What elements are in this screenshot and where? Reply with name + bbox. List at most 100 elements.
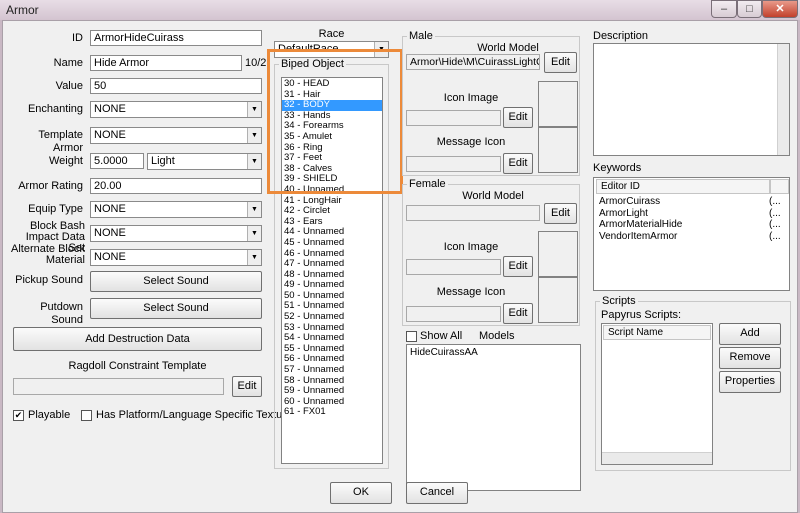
keyword-row[interactable]: ArmorCuirass (... <box>596 196 789 208</box>
weight-class-select[interactable]: Light ▼ <box>147 153 262 170</box>
male-icon-image-edit-button[interactable]: Edit <box>503 107 533 128</box>
ok-button[interactable]: OK <box>330 482 392 504</box>
value-label: Value <box>55 80 83 92</box>
male-label: Male <box>407 30 435 43</box>
chevron-down-icon: ▼ <box>247 154 261 169</box>
armor-rating-input[interactable]: 20.00 <box>90 178 262 194</box>
male-icon-image-field <box>406 110 501 126</box>
female-icon-image-preview <box>538 231 578 277</box>
window-title: Armor <box>6 3 39 17</box>
weight-input[interactable]: 5.0000 <box>90 153 144 169</box>
female-world-model-label: World Model <box>462 190 524 202</box>
add-destruction-data-button[interactable]: Add Destruction Data <box>13 327 262 351</box>
pickup-sound-label: Pickup Sound <box>15 274 83 286</box>
keyword-extra: (... <box>769 219 781 230</box>
id-input[interactable]: ArmorHideCuirass <box>90 30 262 46</box>
putdown-select-sound-button[interactable]: Select Sound <box>90 298 262 319</box>
alternate-block-value: NONE <box>94 251 126 263</box>
keywords-column-header[interactable]: Editor ID <box>596 179 770 194</box>
female-label: Female <box>407 178 448 191</box>
remove-script-button[interactable]: Remove <box>719 347 781 369</box>
male-icon-image-label: Icon Image <box>443 92 499 104</box>
chevron-down-icon: ▼ <box>247 102 261 117</box>
female-message-icon-label: Message Icon <box>436 286 506 298</box>
playable-label: Playable <box>28 409 71 421</box>
alternate-block-select[interactable]: NONE ▼ <box>90 249 262 266</box>
template-armor-label: Template Armor <box>38 129 83 154</box>
equip-type-label: Equip Type <box>28 203 83 215</box>
enchanting-select[interactable]: NONE ▼ <box>90 101 262 118</box>
race-label: Race <box>318 28 345 40</box>
chevron-down-icon: ▼ <box>247 250 261 265</box>
female-icon-image-edit-button[interactable]: Edit <box>503 256 533 277</box>
add-script-button[interactable]: Add <box>719 323 781 345</box>
cancel-button[interactable]: Cancel <box>406 482 468 504</box>
male-message-icon-field <box>406 156 501 172</box>
description-label: Description <box>593 30 649 42</box>
scripts-label: Scripts <box>600 295 638 308</box>
description-textarea[interactable] <box>593 43 790 156</box>
female-message-icon-edit-button[interactable]: Edit <box>503 303 533 324</box>
keyword-extra: (... <box>769 207 781 219</box>
keyword-row[interactable]: ArmorLight (... <box>596 208 789 220</box>
male-icon-image-preview <box>538 81 578 127</box>
orange-highlight-box <box>267 49 403 194</box>
putdown-sound-label: Putdown Sound <box>40 301 83 326</box>
name-input[interactable]: Hide Armor <box>90 55 242 71</box>
male-message-icon-edit-button[interactable]: Edit <box>503 153 533 174</box>
script-properties-button[interactable]: Properties <box>719 371 781 393</box>
armor-rating-label: Armor Rating <box>18 180 83 192</box>
keyword-extra: (... <box>769 230 781 242</box>
keyword-row[interactable]: ArmorMaterialHide (... <box>596 219 789 231</box>
scripts-list[interactable]: Script Name <box>601 323 713 465</box>
block-bash-select[interactable]: NONE ▼ <box>90 225 262 242</box>
models-list-item[interactable]: HideCuirassAA <box>407 345 580 358</box>
chevron-down-icon: ▼ <box>247 202 261 217</box>
scripts-horizontal-scrollbar[interactable] <box>602 452 712 464</box>
keywords-rows: ArmorCuirass (... ArmorLight (... ArmorMater… <box>596 196 789 242</box>
show-all-checkbox[interactable] <box>406 331 417 342</box>
block-bash-value: NONE <box>94 227 126 239</box>
ragdoll-label: Ragdoll Constraint Template <box>68 360 207 372</box>
chevron-down-icon: ▼ <box>247 226 261 241</box>
script-name-column-header[interactable]: Script Name <box>603 325 711 340</box>
maximize-button[interactable]: □ <box>737 0 762 18</box>
equip-type-select[interactable]: NONE ▼ <box>90 201 262 218</box>
papyrus-scripts-label: Papyrus Scripts: <box>601 309 682 321</box>
keyword-row[interactable]: VendorItemArmor (... <box>596 231 789 243</box>
template-armor-select[interactable]: NONE ▼ <box>90 127 262 144</box>
keywords-column-header-2[interactable] <box>770 179 789 194</box>
platform-textures-checkbox[interactable] <box>81 410 92 421</box>
biped-object-item[interactable]: 45 - Unnamed <box>282 237 382 249</box>
playable-checkbox[interactable]: ✔ <box>13 410 24 421</box>
value-input[interactable]: 50 <box>90 78 262 94</box>
enchanting-label: Enchanting <box>27 103 83 115</box>
male-world-model-edit-button[interactable]: Edit <box>544 52 577 73</box>
male-message-icon-label: Message Icon <box>436 136 506 148</box>
keyword-editor-id: ArmorCuirass <box>599 196 661 207</box>
id-label: ID <box>72 32 83 44</box>
description-scrollbar[interactable] <box>777 44 789 155</box>
alternate-block-label: Alternate Block Material <box>11 243 85 266</box>
close-button[interactable]: ✕ <box>762 0 798 18</box>
keyword-editor-id: ArmorLight <box>599 207 648 219</box>
pickup-select-sound-button[interactable]: Select Sound <box>90 271 262 292</box>
keywords-label: Keywords <box>593 162 642 174</box>
title-bar[interactable]: Armor – □ ✕ <box>0 0 800 20</box>
female-world-model-field <box>406 205 540 221</box>
name-counter: 10/2 <box>245 57 267 69</box>
armor-dialog: ID ArmorHideCuirass Name Hide Armor 10/2… <box>2 20 798 513</box>
female-world-model-edit-button[interactable]: Edit <box>544 203 577 224</box>
template-armor-value: NONE <box>94 129 126 141</box>
female-icon-image-field <box>406 259 501 275</box>
show-all-label: Show All <box>420 330 463 342</box>
keywords-list[interactable]: Editor ID ArmorCuirass (... ArmorLight (...… <box>593 177 790 291</box>
name-label: Name <box>53 57 83 69</box>
minimize-button[interactable]: – <box>711 0 737 18</box>
chevron-down-icon: ▼ <box>247 128 261 143</box>
biped-object-item[interactable]: 61 - FX01 <box>282 407 382 418</box>
models-list[interactable]: HideCuirassAA <box>406 344 581 491</box>
female-message-icon-preview <box>538 277 578 323</box>
female-message-icon-field <box>406 306 501 322</box>
ragdoll-edit-button[interactable]: Edit <box>232 376 262 397</box>
